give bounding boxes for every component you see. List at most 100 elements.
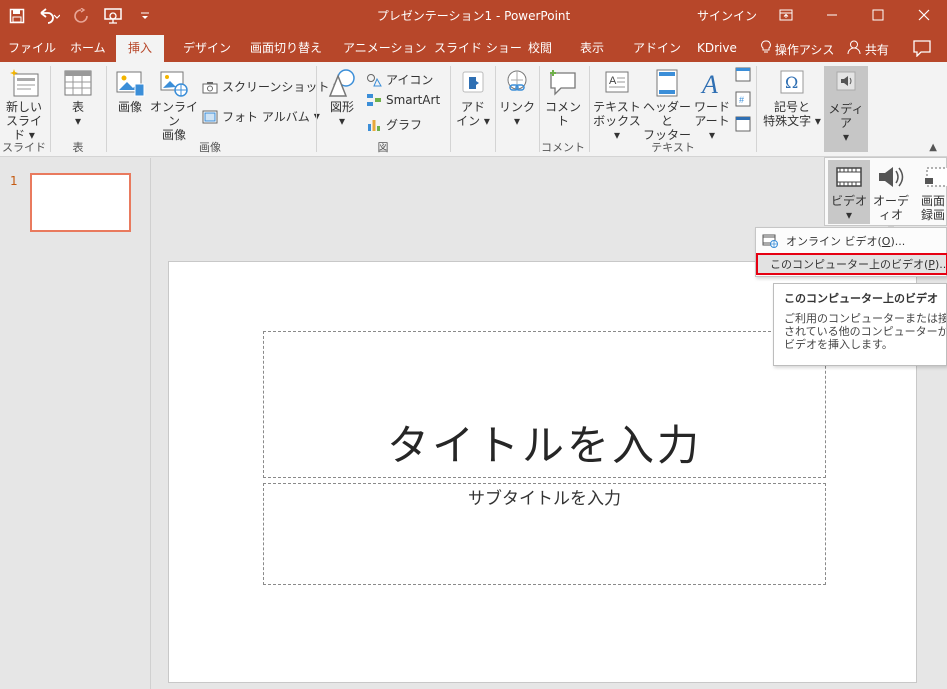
tab-review[interactable]: 校閲 (526, 37, 554, 62)
tab-addins[interactable]: アドイン (631, 37, 683, 62)
omega-icon: Ω (780, 70, 804, 94)
minimize-icon[interactable] (809, 0, 855, 30)
maximize-icon[interactable] (855, 0, 901, 30)
tab-design[interactable]: デザイン (181, 37, 233, 62)
group-label-slides: スライド (2, 141, 46, 154)
group-divider (450, 66, 451, 152)
screen-recording-icon (925, 167, 947, 187)
photo-album-label: フォト アルバム (222, 110, 310, 124)
addins-label-2: イン ▾ (456, 114, 490, 128)
object-button[interactable] (735, 116, 751, 135)
tab-file[interactable]: ファイル (6, 37, 58, 62)
addins-button[interactable]: アド イン ▾ (454, 68, 492, 128)
svg-text:A: A (609, 75, 617, 87)
new-slide-button[interactable]: 新しい スライド ▾ (2, 68, 46, 142)
group-divider (495, 66, 496, 152)
textbox-label-1: テキスト (593, 100, 641, 114)
online-pictures-button[interactable]: オンライン 画像 (150, 68, 198, 142)
video-button[interactable]: ビデオ ▾ (828, 160, 870, 224)
screen-recording-button[interactable]: 画面 録画 (921, 160, 947, 222)
shapes-icon (328, 69, 355, 97)
pictures-label: 画像 (117, 100, 142, 114)
tab-slideshow[interactable]: スライド ショー (432, 37, 524, 62)
link-icon (507, 70, 527, 91)
photo-album-button[interactable]: フォト アルバム ▼ (202, 108, 320, 125)
screen-label-1: 画面 (921, 194, 946, 208)
header-footer-icon (656, 69, 678, 97)
shapes-button[interactable]: 図形 ▾ (322, 68, 362, 128)
tab-insert[interactable]: 挿入 (116, 35, 165, 62)
tell-me-label: 操作アシス (774, 43, 835, 57)
icons-label: アイコン (386, 73, 434, 87)
header-footer-button[interactable]: ヘッダーと フッター (642, 68, 692, 142)
icons-button[interactable]: アイコン (366, 71, 433, 88)
online-video-access-key: O (881, 234, 891, 248)
tell-me-box[interactable]: 操作アシス (761, 40, 834, 58)
online-video-label-post: )... (890, 234, 906, 248)
table-button[interactable]: 表 ▾ (56, 68, 100, 128)
audio-label: オーディオ (872, 194, 909, 222)
tab-animations[interactable]: アニメーション (341, 37, 429, 62)
title-placeholder[interactable]: タイトルを入力 (263, 331, 826, 478)
group-label-text: テキスト (651, 141, 695, 154)
chart-button[interactable]: グラフ (366, 116, 422, 133)
screenshot-button[interactable]: スクリーンショット ▼ (202, 78, 340, 95)
group-divider (756, 66, 757, 152)
chart-icon (368, 119, 380, 131)
tab-transitions[interactable]: 画面切り替え (248, 37, 324, 62)
ribbon-tabs: ファイル ホーム 挿入 デザイン 画面切り替え アニメーション スライド ショー… (0, 32, 947, 62)
wordart-icon: A (700, 70, 718, 98)
slide-number-button[interactable]: # (735, 91, 751, 110)
calendar-icon (735, 67, 751, 82)
new-slide-label-1: 新しい (5, 100, 42, 114)
tooltip: このコンピューター上のビデオ ご利用のコンピューターまたは接続されている他のコン… (773, 283, 947, 366)
photo-album-icon (202, 110, 218, 123)
ribbon-display-options-icon[interactable] (763, 0, 809, 30)
online-video-icon (762, 234, 778, 248)
pictures-button[interactable]: 画像 (110, 68, 150, 114)
tab-home[interactable]: ホーム (68, 37, 108, 62)
tab-view[interactable]: 表示 (578, 37, 606, 62)
media-button[interactable]: メディア ▾ (824, 66, 868, 152)
icons-icon (367, 73, 382, 86)
lightbulb-icon (761, 40, 775, 57)
wordart-button[interactable]: A ワード アート ▾ (692, 68, 732, 142)
group-divider (50, 66, 51, 152)
computer-video-item[interactable]: このコンピューター上のビデオ(P)... (756, 253, 947, 275)
share-button[interactable]: 共有 (847, 40, 889, 58)
tab-kdrive[interactable]: KDrive (695, 37, 739, 62)
comments-icon[interactable] (912, 39, 932, 58)
comment-button[interactable]: コメント (542, 68, 584, 128)
group-divider (316, 66, 317, 152)
slide-thumbnail[interactable] (30, 173, 131, 232)
collapse-ribbon-icon[interactable]: ▲ (929, 142, 937, 153)
wordart-label-2: アート ▾ (694, 114, 730, 142)
audio-button[interactable]: オーディオ ▾ (869, 160, 913, 236)
textbox-button[interactable]: A テキスト ボックス ▾ (593, 68, 641, 142)
computer-video-access-key: P (928, 257, 935, 271)
online-video-label-pre: オンライン ビデオ( (786, 235, 882, 248)
media-label: メディア (828, 102, 864, 130)
audio-speaker-icon (879, 167, 904, 187)
textbox-icon: A (605, 71, 629, 93)
slide-number-icon: # (735, 91, 751, 107)
picture-icon (116, 71, 145, 97)
online-pictures-label-1: オンライン (150, 100, 199, 128)
group-label-images: 画像 (199, 141, 221, 154)
signin-link[interactable]: サインイン (697, 7, 757, 24)
subtitle-placeholder-text: サブタイトルを入力 (468, 489, 621, 509)
table-icon (64, 70, 92, 96)
links-button[interactable]: リンク ▾ (497, 68, 537, 128)
symbols-label-1: 記号と (773, 100, 810, 114)
close-icon[interactable] (901, 0, 947, 30)
smartart-button[interactable]: SmartArt (366, 93, 440, 107)
object-icon (735, 116, 751, 132)
date-time-button[interactable] (735, 66, 751, 85)
slide-thumbnails-pane: 1 (0, 158, 151, 689)
online-video-item[interactable]: オンライン ビデオ(O)... (756, 230, 947, 252)
video-menu: オンライン ビデオ(O)... このコンピューター上のビデオ(P)... (755, 227, 947, 277)
subtitle-placeholder[interactable]: サブタイトルを入力 (263, 483, 826, 585)
screenshot-icon (202, 81, 218, 93)
symbols-button[interactable]: Ω 記号と 特殊文字 ▾ (760, 68, 824, 128)
share-label: 共有 (864, 43, 889, 57)
